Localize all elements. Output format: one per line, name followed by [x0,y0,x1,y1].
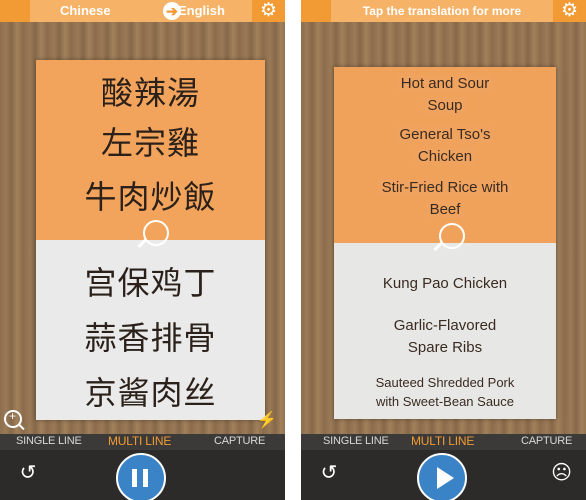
zoom-in-icon[interactable] [4,409,22,428]
right-screen: Tap the translation for more ⚙ Hot and S… [301,0,586,500]
menu-item-zh: 京酱肉丝 [84,374,217,412]
menu-card-chinese: 酸辣湯 左宗雞 牛肉炒飯 宫保鸡丁 蒜香排骨 京酱肉丝 [36,60,265,420]
menu-item-zh: 蒜香排骨 [84,319,217,357]
translation-line: Sauteed Shredded Pork [371,375,519,390]
settings-gear-icon[interactable]: ⚙ [260,0,277,22]
target-language-button[interactable]: English [178,3,225,18]
settings-gear-icon[interactable]: ⚙ [561,0,578,22]
menu-item-zh: 酸辣湯 [100,74,200,112]
translation-line: Kung Pao Chicken [378,275,512,292]
pause-button[interactable] [116,453,166,500]
history-icon[interactable]: ↺ [18,463,38,483]
translation-line: Hot and Sour [396,75,494,92]
bottom-toolbar: ↺ ☹ [301,450,586,500]
pause-icon [132,469,137,487]
mode-capture[interactable]: CAPTURE [214,435,265,447]
mode-single-line[interactable]: SINGLE LINE [16,435,82,447]
translation-item[interactable]: Kung Pao Chicken [334,273,556,295]
translation-item[interactable]: Hot and Sour Soup [334,73,556,117]
history-icon[interactable]: ↺ [319,463,339,483]
source-language-button[interactable]: Chinese [60,3,111,18]
mode-multi-line[interactable]: MULTI LINE [108,434,171,448]
translation-line: Chicken [413,148,477,165]
translation-item[interactable]: Stir-Fried Rice with Beef [334,177,556,221]
mode-bar: SINGLE LINE MULTI LINE CAPTURE [301,434,586,450]
translation-line: Spare Ribs [403,339,487,356]
top-bar: Tap the translation for more ⚙ [301,0,586,22]
translation-line: Stir-Fried Rice with [377,179,513,196]
menu-item-zh: 牛肉炒飯 [84,178,217,216]
play-icon [437,467,454,489]
language-selector[interactable]: Chinese ➔ English [30,0,252,22]
menu-card-english: Hot and Sour Soup General Tso's Chicken … [334,67,556,419]
bottom-toolbar: ↺ [0,450,285,500]
tap-translation-hint: Tap the translation for more [362,4,522,18]
menu-item-zh: 宫保鸡丁 [84,264,217,302]
translation-item[interactable]: Garlic-Flavored Spare Ribs [334,315,556,359]
menu-item-zh: 左宗雞 [100,124,200,162]
mode-multi-line[interactable]: MULTI LINE [411,434,474,448]
translation-line: Beef [425,201,465,218]
translation-line: General Tso's [395,126,495,143]
top-bar: Chinese ➔ English ⚙ [0,0,285,22]
pause-icon [143,469,148,487]
left-screen: Chinese ➔ English ⚙ 酸辣湯 左宗雞 牛肉炒飯 宫保鸡丁 蒜香… [0,0,285,500]
translation-item[interactable]: General Tso's Chicken [334,124,556,168]
flash-off-icon[interactable]: ⚡ [257,410,277,430]
feedback-sad-face-icon[interactable]: ☹ [551,463,572,483]
translation-line: Garlic-Flavored [389,317,501,334]
translation-line: with Sweet-Bean Sauce [371,394,519,409]
mode-single-line[interactable]: SINGLE LINE [323,435,389,447]
translation-line: Soup [423,97,467,114]
focus-magnifier-icon[interactable] [143,220,169,246]
translation-item[interactable]: Sauteed Shredded Pork with Sweet-Bean Sa… [334,373,556,411]
play-button[interactable] [417,453,467,500]
mode-capture[interactable]: CAPTURE [521,435,572,447]
mode-bar: SINGLE LINE MULTI LINE CAPTURE [0,434,285,450]
focus-magnifier-icon[interactable] [439,223,465,249]
